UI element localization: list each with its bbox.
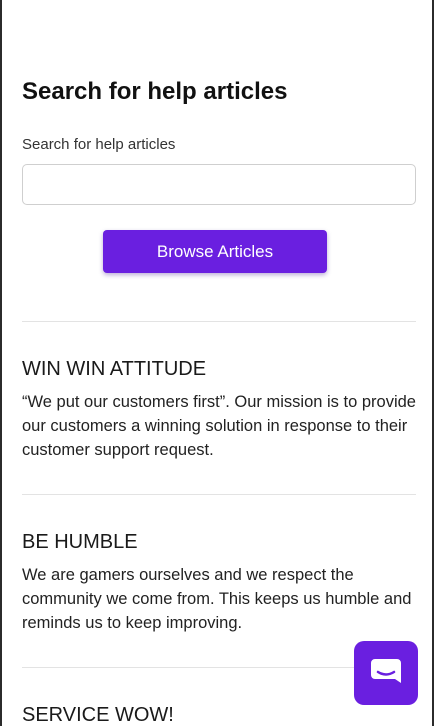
search-heading: Search for help articles: [22, 78, 288, 105]
search-label: Search for help articles: [22, 136, 176, 153]
page-frame: Search for help articles Search for help…: [0, 0, 434, 726]
search-input[interactable]: [22, 164, 416, 205]
chat-launcher-button[interactable]: [354, 641, 418, 705]
chat-bubble-icon: [354, 641, 418, 705]
divider: [22, 321, 416, 322]
divider: [22, 494, 416, 495]
section-title-win-win-attitude: WIN WIN ATTITUDE: [22, 358, 207, 380]
section-body-win-win-attitude: “We put our customers first”. Our missio…: [22, 393, 416, 459]
section-title-be-humble: BE HUMBLE: [22, 531, 138, 553]
section-title-service-wow: SERVICE WOW!: [22, 704, 174, 726]
browse-articles-button[interactable]: Browse Articles: [103, 230, 327, 273]
section-body-be-humble: We are gamers ourselves and we respect t…: [22, 566, 412, 632]
